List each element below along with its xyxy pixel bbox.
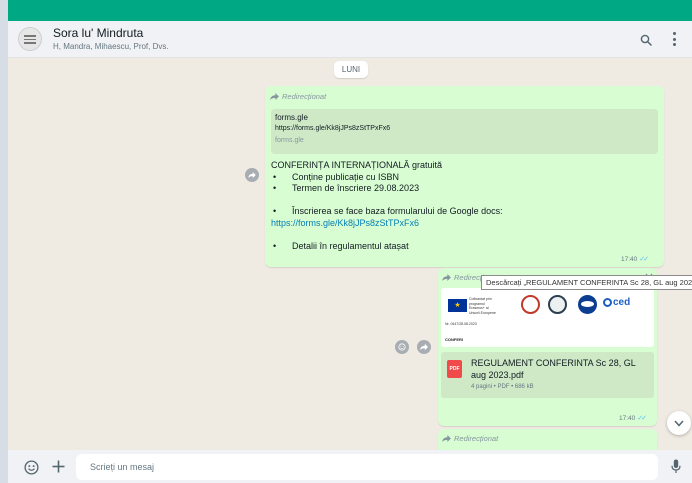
chat-header[interactable]: Sora lu' Mindruta H, Mandra, Mihaescu, P… [8,21,692,58]
document-number: Nr. 0447/28.08.2023 [445,322,477,326]
message-list[interactable]: LUNI Redirecționat forms.gle https://for… [8,58,692,450]
group-avatar[interactable] [18,27,42,51]
message-heading: CONFERINȚA INTERNAȚIONALĂ gratuită [271,160,443,170]
bullet-dot: • [273,171,277,182]
chevron-down-icon [674,420,684,427]
bullet-text: Termen de înscriere 29.08.2023 [292,183,420,193]
download-tooltip: Descărcați „REGULAMENT CONFERINTA Sc 28,… [481,275,692,290]
forwarded-icon [442,435,451,442]
message-time: 17:40 [621,255,638,263]
reaction-button[interactable] [395,340,409,354]
forwarded-label-text: Redirecționat [454,434,499,443]
forwarded-icon [442,274,451,281]
bullet-row: • Termen de înscriere 29.08.2023 [271,183,503,195]
whatsapp-window: Sora lu' Mindruta H, Mandra, Mihaescu, P… [8,0,692,483]
message-bubble-document[interactable]: Redirecționat ★ Cofinanțat prin programu… [438,268,657,426]
file-name: REGULAMENT CONFERINTA Sc 28, GL aug 2023… [471,358,636,380]
document-preview-image[interactable]: ★ Cofinanțat prin programul Erasmus+ al … [441,288,654,347]
bullet-dot: • [273,240,277,251]
message-meta: 17:40 ✓✓ [619,414,647,423]
link-preview-card[interactable]: forms.gle https://forms.gle/Kk8jJPs8zStT… [271,109,658,154]
forward-icon [420,343,428,351]
institution-seal-logo [548,295,567,314]
microphone-icon[interactable] [671,459,681,474]
chat-title[interactable]: Sora lu' Mindruta [53,26,143,40]
document-heading: CONFERI [445,337,463,342]
link-preview-title: forms.gle [275,113,308,122]
double-check-icon: ✓✓ [637,415,647,422]
message-meta: 17:40 ✓✓ [621,255,649,264]
emoji-icon[interactable] [24,460,39,475]
message-time: 17:40 [619,414,636,422]
search-icon[interactable] [640,34,652,46]
kebab-menu-icon[interactable] [672,32,676,46]
bullet-row: • Conține publicație cu ISBN [271,172,503,184]
chat-participants[interactable]: H, Mandra, Mihaescu, Prof, Dvs. [53,42,169,51]
signup-text: Înscrierea se face baza formularului de … [292,206,503,216]
emoji-reaction-icon [398,343,406,351]
plus-icon[interactable] [52,460,65,473]
signup-link[interactable]: https://forms.gle/Kk8jJPs8zStTPxFx6 [271,218,419,228]
ced-logo: ced [603,297,630,308]
institution-seal-logo [578,295,597,314]
bullet-row: • Înscrierea se face baza formularului de… [271,206,503,218]
scroll-to-bottom-button[interactable] [667,411,691,435]
pdf-attachment[interactable]: PDF REGULAMENT CONFERINTA Sc 28, GL aug … [441,352,654,398]
forward-message-button[interactable] [245,168,259,182]
message-text: CONFERINȚA INTERNAȚIONALĂ gratuită • Conț… [271,160,503,252]
double-check-icon: ✓✓ [639,256,649,263]
bullet-dot: • [273,183,277,193]
group-avatar-icon [24,34,36,44]
eu-flag-logo: ★ [448,299,467,312]
forwarded-label: Redirecționat [270,92,326,101]
bullet-dot: • [273,206,277,216]
forward-icon [248,172,256,178]
message-input[interactable]: Scrieți un mesaj [76,454,658,480]
forwarded-icon [270,93,279,100]
link-preview-domain: forms.gle [275,137,304,144]
message-input-placeholder: Scrieți un mesaj [90,462,155,472]
date-divider: LUNI [334,61,368,78]
forwarded-label-text: Redirecționat [282,92,327,101]
file-meta: 4 pagini • PDF • 686 kB [471,384,534,390]
message-bubble-next[interactable]: Redirecționat [438,429,657,450]
message-bubble-conference[interactable]: Redirecționat forms.gle https://forms.gl… [265,86,664,267]
top-accent-bar [8,0,692,21]
link-preview-url: https://forms.gle/Kk8jJPs8zStTPxFx6 [275,125,391,132]
bullet-text: Conține publicație cu ISBN [292,171,400,182]
bullet-row: • Detalii în regulamentul atașat [271,241,503,253]
details-text: Detalii în regulamentul atașat [292,240,409,251]
forward-message-button[interactable] [417,340,431,354]
pdf-file-icon: PDF [447,360,462,378]
forwarded-label: Redirecționat [442,434,498,443]
institution-seal-logo [521,295,540,314]
composer-bar: Scrieți un mesaj [8,450,692,483]
eu-cofunding-text: Cofinanțat prin programul Erasmus+ al Un… [469,297,496,315]
